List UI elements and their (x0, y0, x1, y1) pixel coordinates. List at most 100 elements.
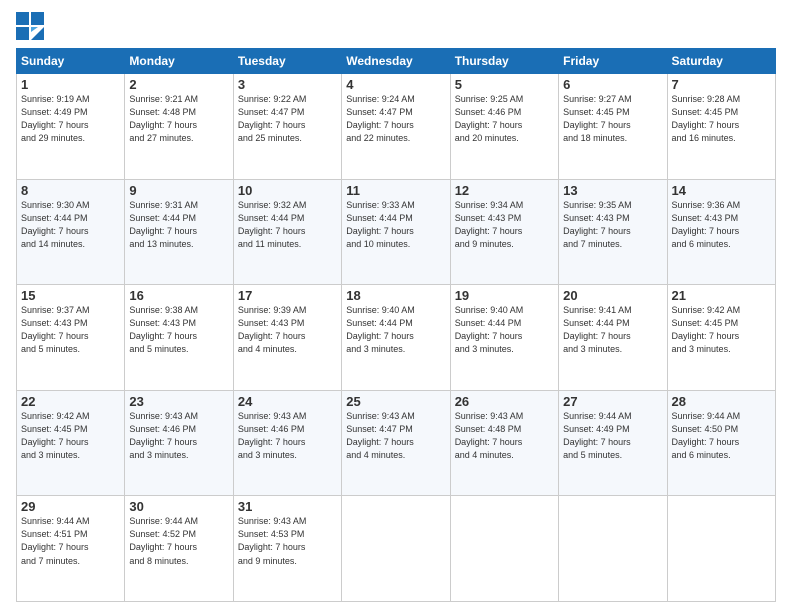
day-number: 20 (563, 288, 662, 303)
header (16, 12, 776, 40)
calendar-cell: 2Sunrise: 9:21 AM Sunset: 4:48 PM Daylig… (125, 74, 233, 180)
calendar-cell: 9Sunrise: 9:31 AM Sunset: 4:44 PM Daylig… (125, 179, 233, 285)
day-info: Sunrise: 9:34 AM Sunset: 4:43 PM Dayligh… (455, 199, 554, 251)
day-info: Sunrise: 9:28 AM Sunset: 4:45 PM Dayligh… (672, 93, 771, 145)
calendar-cell: 27Sunrise: 9:44 AM Sunset: 4:49 PM Dayli… (559, 390, 667, 496)
day-info: Sunrise: 9:44 AM Sunset: 4:50 PM Dayligh… (672, 410, 771, 462)
day-info: Sunrise: 9:41 AM Sunset: 4:44 PM Dayligh… (563, 304, 662, 356)
day-number: 21 (672, 288, 771, 303)
calendar-cell: 18Sunrise: 9:40 AM Sunset: 4:44 PM Dayli… (342, 285, 450, 391)
calendar-cell: 23Sunrise: 9:43 AM Sunset: 4:46 PM Dayli… (125, 390, 233, 496)
day-info: Sunrise: 9:42 AM Sunset: 4:45 PM Dayligh… (21, 410, 120, 462)
weekday-header-sunday: Sunday (17, 49, 125, 74)
day-number: 2 (129, 77, 228, 92)
calendar-week-4: 22Sunrise: 9:42 AM Sunset: 4:45 PM Dayli… (17, 390, 776, 496)
calendar-cell: 31Sunrise: 9:43 AM Sunset: 4:53 PM Dayli… (233, 496, 341, 602)
day-info: Sunrise: 9:30 AM Sunset: 4:44 PM Dayligh… (21, 199, 120, 251)
calendar-cell: 7Sunrise: 9:28 AM Sunset: 4:45 PM Daylig… (667, 74, 775, 180)
weekday-header-friday: Friday (559, 49, 667, 74)
day-info: Sunrise: 9:43 AM Sunset: 4:47 PM Dayligh… (346, 410, 445, 462)
day-info: Sunrise: 9:38 AM Sunset: 4:43 PM Dayligh… (129, 304, 228, 356)
calendar-cell: 8Sunrise: 9:30 AM Sunset: 4:44 PM Daylig… (17, 179, 125, 285)
calendar-cell: 15Sunrise: 9:37 AM Sunset: 4:43 PM Dayli… (17, 285, 125, 391)
day-info: Sunrise: 9:44 AM Sunset: 4:49 PM Dayligh… (563, 410, 662, 462)
day-number: 12 (455, 183, 554, 198)
calendar-cell: 29Sunrise: 9:44 AM Sunset: 4:51 PM Dayli… (17, 496, 125, 602)
day-number: 10 (238, 183, 337, 198)
day-info: Sunrise: 9:43 AM Sunset: 4:46 PM Dayligh… (238, 410, 337, 462)
calendar-cell: 6Sunrise: 9:27 AM Sunset: 4:45 PM Daylig… (559, 74, 667, 180)
day-number: 9 (129, 183, 228, 198)
calendar-week-2: 8Sunrise: 9:30 AM Sunset: 4:44 PM Daylig… (17, 179, 776, 285)
day-number: 14 (672, 183, 771, 198)
day-number: 31 (238, 499, 337, 514)
day-info: Sunrise: 9:40 AM Sunset: 4:44 PM Dayligh… (346, 304, 445, 356)
calendar-cell (342, 496, 450, 602)
calendar-cell: 21Sunrise: 9:42 AM Sunset: 4:45 PM Dayli… (667, 285, 775, 391)
calendar-cell: 11Sunrise: 9:33 AM Sunset: 4:44 PM Dayli… (342, 179, 450, 285)
day-number: 16 (129, 288, 228, 303)
day-info: Sunrise: 9:44 AM Sunset: 4:52 PM Dayligh… (129, 515, 228, 567)
day-number: 4 (346, 77, 445, 92)
day-number: 13 (563, 183, 662, 198)
weekday-header-tuesday: Tuesday (233, 49, 341, 74)
day-info: Sunrise: 9:39 AM Sunset: 4:43 PM Dayligh… (238, 304, 337, 356)
calendar-cell: 12Sunrise: 9:34 AM Sunset: 4:43 PM Dayli… (450, 179, 558, 285)
day-info: Sunrise: 9:44 AM Sunset: 4:51 PM Dayligh… (21, 515, 120, 567)
day-info: Sunrise: 9:31 AM Sunset: 4:44 PM Dayligh… (129, 199, 228, 251)
day-info: Sunrise: 9:40 AM Sunset: 4:44 PM Dayligh… (455, 304, 554, 356)
calendar-cell: 28Sunrise: 9:44 AM Sunset: 4:50 PM Dayli… (667, 390, 775, 496)
calendar-cell: 13Sunrise: 9:35 AM Sunset: 4:43 PM Dayli… (559, 179, 667, 285)
day-number: 24 (238, 394, 337, 409)
day-number: 3 (238, 77, 337, 92)
calendar-table: SundayMondayTuesdayWednesdayThursdayFrid… (16, 48, 776, 602)
day-number: 27 (563, 394, 662, 409)
day-info: Sunrise: 9:22 AM Sunset: 4:47 PM Dayligh… (238, 93, 337, 145)
page: SundayMondayTuesdayWednesdayThursdayFrid… (0, 0, 792, 612)
day-info: Sunrise: 9:35 AM Sunset: 4:43 PM Dayligh… (563, 199, 662, 251)
calendar-week-5: 29Sunrise: 9:44 AM Sunset: 4:51 PM Dayli… (17, 496, 776, 602)
calendar-cell: 14Sunrise: 9:36 AM Sunset: 4:43 PM Dayli… (667, 179, 775, 285)
calendar-cell: 4Sunrise: 9:24 AM Sunset: 4:47 PM Daylig… (342, 74, 450, 180)
day-info: Sunrise: 9:36 AM Sunset: 4:43 PM Dayligh… (672, 199, 771, 251)
day-info: Sunrise: 9:27 AM Sunset: 4:45 PM Dayligh… (563, 93, 662, 145)
day-info: Sunrise: 9:25 AM Sunset: 4:46 PM Dayligh… (455, 93, 554, 145)
day-number: 29 (21, 499, 120, 514)
calendar-cell: 24Sunrise: 9:43 AM Sunset: 4:46 PM Dayli… (233, 390, 341, 496)
calendar-cell: 10Sunrise: 9:32 AM Sunset: 4:44 PM Dayli… (233, 179, 341, 285)
calendar-body: 1Sunrise: 9:19 AM Sunset: 4:49 PM Daylig… (17, 74, 776, 602)
logo-icon (16, 12, 44, 40)
day-number: 11 (346, 183, 445, 198)
day-number: 18 (346, 288, 445, 303)
day-info: Sunrise: 9:32 AM Sunset: 4:44 PM Dayligh… (238, 199, 337, 251)
day-number: 25 (346, 394, 445, 409)
day-info: Sunrise: 9:19 AM Sunset: 4:49 PM Dayligh… (21, 93, 120, 145)
day-info: Sunrise: 9:24 AM Sunset: 4:47 PM Dayligh… (346, 93, 445, 145)
calendar-cell (559, 496, 667, 602)
calendar-cell: 17Sunrise: 9:39 AM Sunset: 4:43 PM Dayli… (233, 285, 341, 391)
calendar-week-3: 15Sunrise: 9:37 AM Sunset: 4:43 PM Dayli… (17, 285, 776, 391)
weekday-header-saturday: Saturday (667, 49, 775, 74)
day-number: 26 (455, 394, 554, 409)
day-number: 17 (238, 288, 337, 303)
calendar-cell: 3Sunrise: 9:22 AM Sunset: 4:47 PM Daylig… (233, 74, 341, 180)
day-number: 19 (455, 288, 554, 303)
day-info: Sunrise: 9:43 AM Sunset: 4:48 PM Dayligh… (455, 410, 554, 462)
logo (16, 12, 46, 40)
day-number: 30 (129, 499, 228, 514)
day-number: 28 (672, 394, 771, 409)
day-info: Sunrise: 9:33 AM Sunset: 4:44 PM Dayligh… (346, 199, 445, 251)
weekday-header-monday: Monday (125, 49, 233, 74)
weekday-header-row: SundayMondayTuesdayWednesdayThursdayFrid… (17, 49, 776, 74)
calendar-week-1: 1Sunrise: 9:19 AM Sunset: 4:49 PM Daylig… (17, 74, 776, 180)
day-number: 8 (21, 183, 120, 198)
calendar-cell: 16Sunrise: 9:38 AM Sunset: 4:43 PM Dayli… (125, 285, 233, 391)
day-info: Sunrise: 9:37 AM Sunset: 4:43 PM Dayligh… (21, 304, 120, 356)
day-info: Sunrise: 9:42 AM Sunset: 4:45 PM Dayligh… (672, 304, 771, 356)
calendar-cell: 5Sunrise: 9:25 AM Sunset: 4:46 PM Daylig… (450, 74, 558, 180)
day-number: 23 (129, 394, 228, 409)
calendar-cell (667, 496, 775, 602)
calendar-cell: 30Sunrise: 9:44 AM Sunset: 4:52 PM Dayli… (125, 496, 233, 602)
calendar-cell: 25Sunrise: 9:43 AM Sunset: 4:47 PM Dayli… (342, 390, 450, 496)
day-info: Sunrise: 9:43 AM Sunset: 4:46 PM Dayligh… (129, 410, 228, 462)
